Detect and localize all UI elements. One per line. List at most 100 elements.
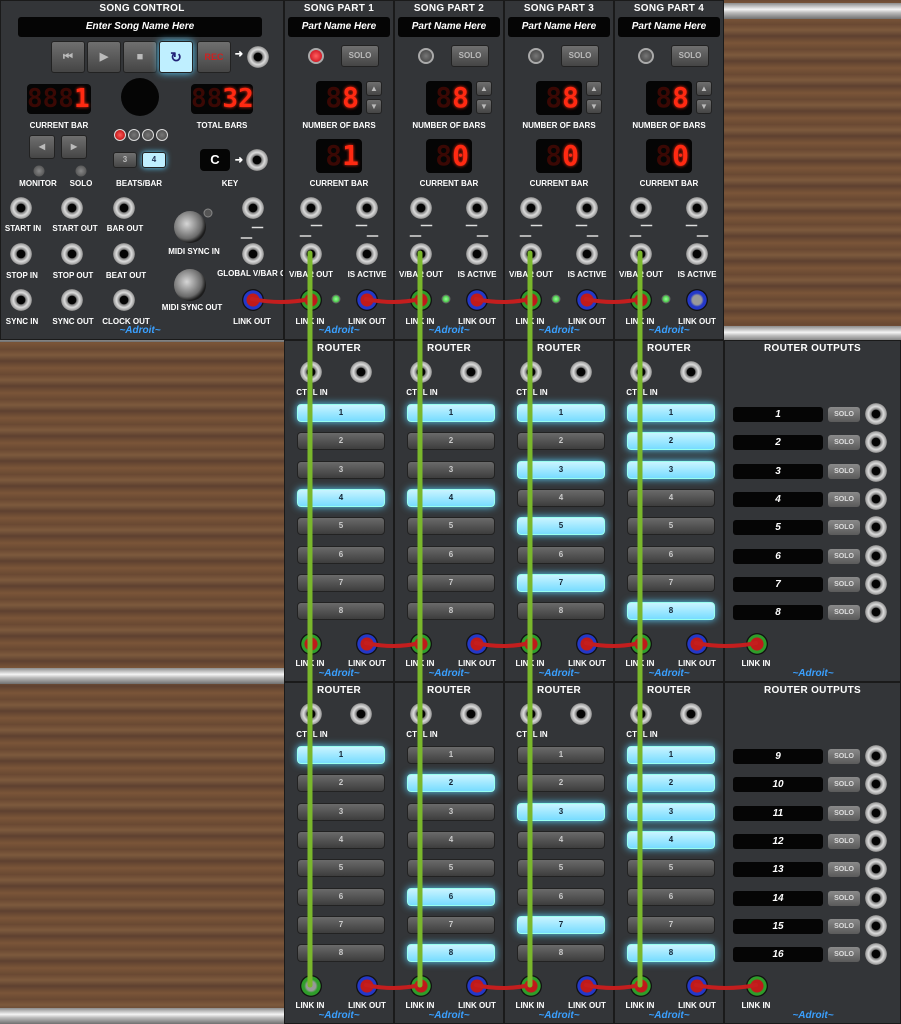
link-out-jack[interactable] — [576, 975, 598, 997]
gate-out-jack[interactable] — [630, 197, 652, 219]
output-jack[interactable] — [865, 459, 887, 482]
part-name-field[interactable]: Part Name Here — [288, 17, 390, 37]
link-in-jack[interactable] — [520, 633, 542, 655]
record-button[interactable]: REC — [197, 41, 231, 73]
output-solo-button[interactable]: SOLO — [828, 520, 860, 536]
output-name-field[interactable]: 6 — [733, 548, 823, 564]
bars-up-button[interactable]: ▲ — [696, 81, 712, 96]
output-jack[interactable] — [865, 773, 887, 796]
gate-out-jack[interactable] — [410, 197, 432, 219]
sync-in-jack[interactable] — [10, 289, 32, 311]
link-out-jack[interactable] — [576, 633, 598, 655]
beat-out-jack[interactable] — [113, 243, 135, 265]
router-row-button[interactable]: 5 — [407, 517, 495, 536]
output-solo-button[interactable]: SOLO — [828, 576, 860, 592]
output-name-field[interactable]: 7 — [733, 576, 823, 592]
router-row-button[interactable]: 3 — [517, 460, 605, 479]
router-row-button[interactable]: 6 — [297, 887, 385, 906]
output-name-field[interactable]: 10 — [733, 777, 823, 793]
router-row-button[interactable]: 5 — [627, 859, 715, 878]
stop-out-jack[interactable] — [61, 243, 83, 265]
ctrl-in-jack[interactable] — [630, 361, 652, 383]
is-active-jack[interactable] — [466, 243, 488, 265]
vbar-out-jack[interactable] — [630, 243, 652, 265]
output-jack[interactable] — [865, 745, 887, 767]
router-row-button[interactable]: 5 — [517, 859, 605, 878]
router-row-button[interactable]: 8 — [627, 602, 715, 621]
output-jack[interactable] — [865, 544, 887, 567]
output-name-field[interactable]: 12 — [733, 833, 823, 849]
output-jack[interactable] — [865, 914, 887, 937]
output-solo-button[interactable]: SOLO — [828, 605, 860, 621]
output-jack[interactable] — [865, 886, 887, 909]
router-row-button[interactable]: 1 — [407, 746, 495, 764]
output-solo-button[interactable]: SOLO — [828, 777, 860, 793]
router-row-button[interactable]: 5 — [627, 517, 715, 536]
link-out-jack[interactable] — [466, 975, 488, 997]
gate-out-jack[interactable] — [300, 197, 322, 219]
router-row-button[interactable]: 2 — [297, 774, 385, 793]
ctrl-in-jack[interactable] — [410, 361, 432, 383]
router-row-button[interactable]: 2 — [627, 432, 715, 451]
beats-4-button[interactable]: 4 — [142, 152, 166, 168]
router-row-button[interactable]: 3 — [407, 802, 495, 821]
output-solo-button[interactable]: SOLO — [828, 833, 860, 849]
output-solo-button[interactable]: SOLO — [828, 862, 860, 878]
bars-down-button[interactable]: ▼ — [476, 99, 492, 114]
router-row-button[interactable]: 5 — [297, 517, 385, 536]
output-jack[interactable] — [865, 516, 887, 539]
key-jack[interactable] — [246, 149, 268, 171]
is-active-jack[interactable] — [356, 243, 378, 265]
router-row-button[interactable]: 4 — [517, 488, 605, 507]
router-row-button[interactable]: 8 — [407, 602, 495, 621]
router-row-button[interactable]: 4 — [297, 830, 385, 849]
router-row-button[interactable]: 7 — [627, 573, 715, 592]
output-solo-button[interactable]: SOLO — [828, 407, 860, 422]
bars-up-button[interactable]: ▲ — [476, 81, 492, 96]
router-row-button[interactable]: 3 — [627, 802, 715, 821]
output-jack[interactable] — [865, 943, 887, 966]
router-row-button[interactable]: 3 — [627, 460, 715, 479]
bars-down-button[interactable]: ▼ — [366, 99, 382, 114]
output-solo-button[interactable]: SOLO — [828, 805, 860, 821]
output-solo-button[interactable]: SOLO — [828, 435, 860, 451]
gate-out-jack[interactable] — [520, 197, 542, 219]
router-row-button[interactable]: 8 — [517, 944, 605, 963]
link-in-jack[interactable] — [410, 633, 432, 655]
beats-3-button[interactable]: 3 — [113, 152, 137, 168]
router-row-button[interactable]: 2 — [517, 774, 605, 793]
part-solo-button[interactable]: SOLO — [561, 45, 599, 67]
ctrl-out-jack[interactable] — [680, 703, 702, 725]
output-name-field[interactable]: 8 — [733, 605, 823, 621]
trigger-out-jack[interactable] — [242, 243, 264, 265]
loop-button[interactable]: ↻ — [159, 41, 193, 73]
next-bar-button[interactable]: ▶ — [61, 135, 87, 159]
is-active-jack[interactable] — [576, 243, 598, 265]
router-row-button[interactable]: 7 — [517, 915, 605, 934]
link-in-jack[interactable] — [630, 289, 652, 311]
link-in-jack[interactable] — [300, 975, 322, 997]
router-row-button[interactable]: 1 — [407, 404, 495, 422]
prev-bar-button[interactable]: ◀ — [29, 135, 55, 159]
link-in-jack[interactable] — [630, 975, 652, 997]
router-row-button[interactable]: 4 — [407, 488, 495, 507]
output-solo-button[interactable]: SOLO — [828, 491, 860, 507]
part-solo-button[interactable]: SOLO — [451, 45, 489, 67]
router-row-button[interactable]: 8 — [517, 602, 605, 621]
link-in-jack[interactable] — [300, 289, 322, 311]
ctrl-out-jack[interactable] — [350, 703, 372, 725]
rewind-button[interactable]: ⏮ — [51, 41, 85, 73]
midi-sync-in-connector[interactable] — [174, 211, 206, 243]
output-name-field[interactable]: 2 — [733, 435, 823, 451]
router-row-button[interactable]: 5 — [297, 859, 385, 878]
link-out-jack[interactable] — [686, 975, 708, 997]
song-name-field[interactable]: Enter Song Name Here — [18, 17, 262, 37]
router-row-button[interactable]: 5 — [407, 859, 495, 878]
output-jack[interactable] — [865, 572, 887, 595]
part-active-button[interactable] — [638, 48, 654, 64]
ctrl-in-jack[interactable] — [300, 703, 322, 725]
router-row-button[interactable]: 1 — [517, 404, 605, 422]
router-row-button[interactable]: 2 — [517, 432, 605, 451]
router-row-button[interactable]: 1 — [517, 746, 605, 764]
bars-down-button[interactable]: ▼ — [586, 99, 602, 114]
